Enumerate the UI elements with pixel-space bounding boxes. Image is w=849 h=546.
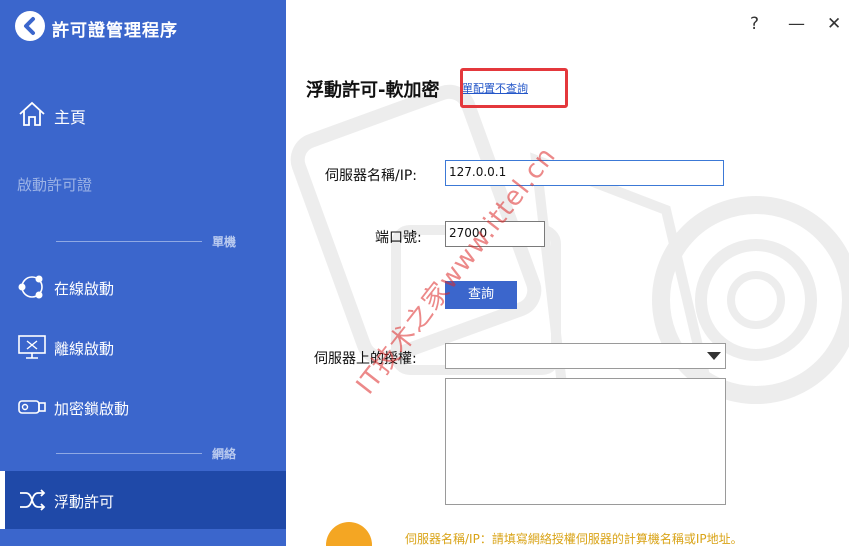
- sidebar-item-label: 在線啟動: [54, 280, 115, 298]
- sidebar-item-home[interactable]: 主頁: [0, 86, 286, 142]
- section-label: 單機: [211, 235, 236, 249]
- sidebar-item-offline[interactable]: 離線啟動: [0, 319, 286, 375]
- page-title: 浮動許可-軟加密: [306, 80, 440, 101]
- shuffle-icon: [17, 485, 47, 515]
- section-label: 網絡: [211, 447, 236, 461]
- sidebar-item-online[interactable]: 在線啟動: [0, 259, 286, 315]
- share-nodes-icon: [17, 272, 47, 302]
- divider: [56, 241, 202, 242]
- hint-text: 伺服器名稱/IP：請填寫網絡授權伺服器的計算機名稱或IP地址。: [405, 532, 743, 546]
- usb-key-icon: [17, 392, 47, 422]
- sidebar-item-label: 浮動許可: [54, 493, 115, 511]
- main-panel: ? — ✕ 浮動許可-軟加密 單配置不查詢 伺服器名稱/IP: 127.0.0.…: [286, 0, 849, 546]
- sidebar-item-dongle[interactable]: 加密鎖啟動: [0, 379, 286, 435]
- section-standalone: 單機: [56, 233, 236, 249]
- server-input[interactable]: 127.0.0.1: [445, 160, 724, 186]
- minimize-button[interactable]: —: [788, 14, 805, 34]
- sidebar: 許可證管理程序 主頁 啟動許可證 單機 在線啟動 離線啟動 加密鎖啟動 網絡 浮…: [0, 0, 286, 546]
- server-label: 伺服器名稱/IP:: [325, 168, 418, 184]
- port-label: 端口號:: [375, 230, 422, 246]
- chevron-down-icon: [707, 352, 721, 360]
- monitor-icon: [17, 332, 47, 362]
- section-network: 網絡: [56, 445, 236, 461]
- app-title: 許可證管理程序: [52, 21, 178, 41]
- highlight-box: [460, 68, 568, 108]
- divider: [56, 453, 202, 454]
- help-button[interactable]: ?: [750, 14, 759, 34]
- close-button[interactable]: ✕: [827, 14, 841, 34]
- sidebar-item-label: 加密鎖啟動: [54, 400, 130, 418]
- sidebar-item-floating[interactable]: 浮動許可: [0, 471, 286, 529]
- chevron-left-icon: [24, 17, 35, 35]
- sidebar-item-activate-license: 啟動許可證: [17, 176, 93, 194]
- home-icon: [17, 99, 47, 129]
- license-select[interactable]: [445, 343, 726, 369]
- sidebar-item-label: 離線啟動: [54, 340, 115, 358]
- back-button[interactable]: [15, 11, 45, 41]
- active-indicator: [0, 471, 5, 529]
- license-details-textarea[interactable]: [445, 378, 726, 505]
- sidebar-item-label: 主頁: [54, 108, 87, 127]
